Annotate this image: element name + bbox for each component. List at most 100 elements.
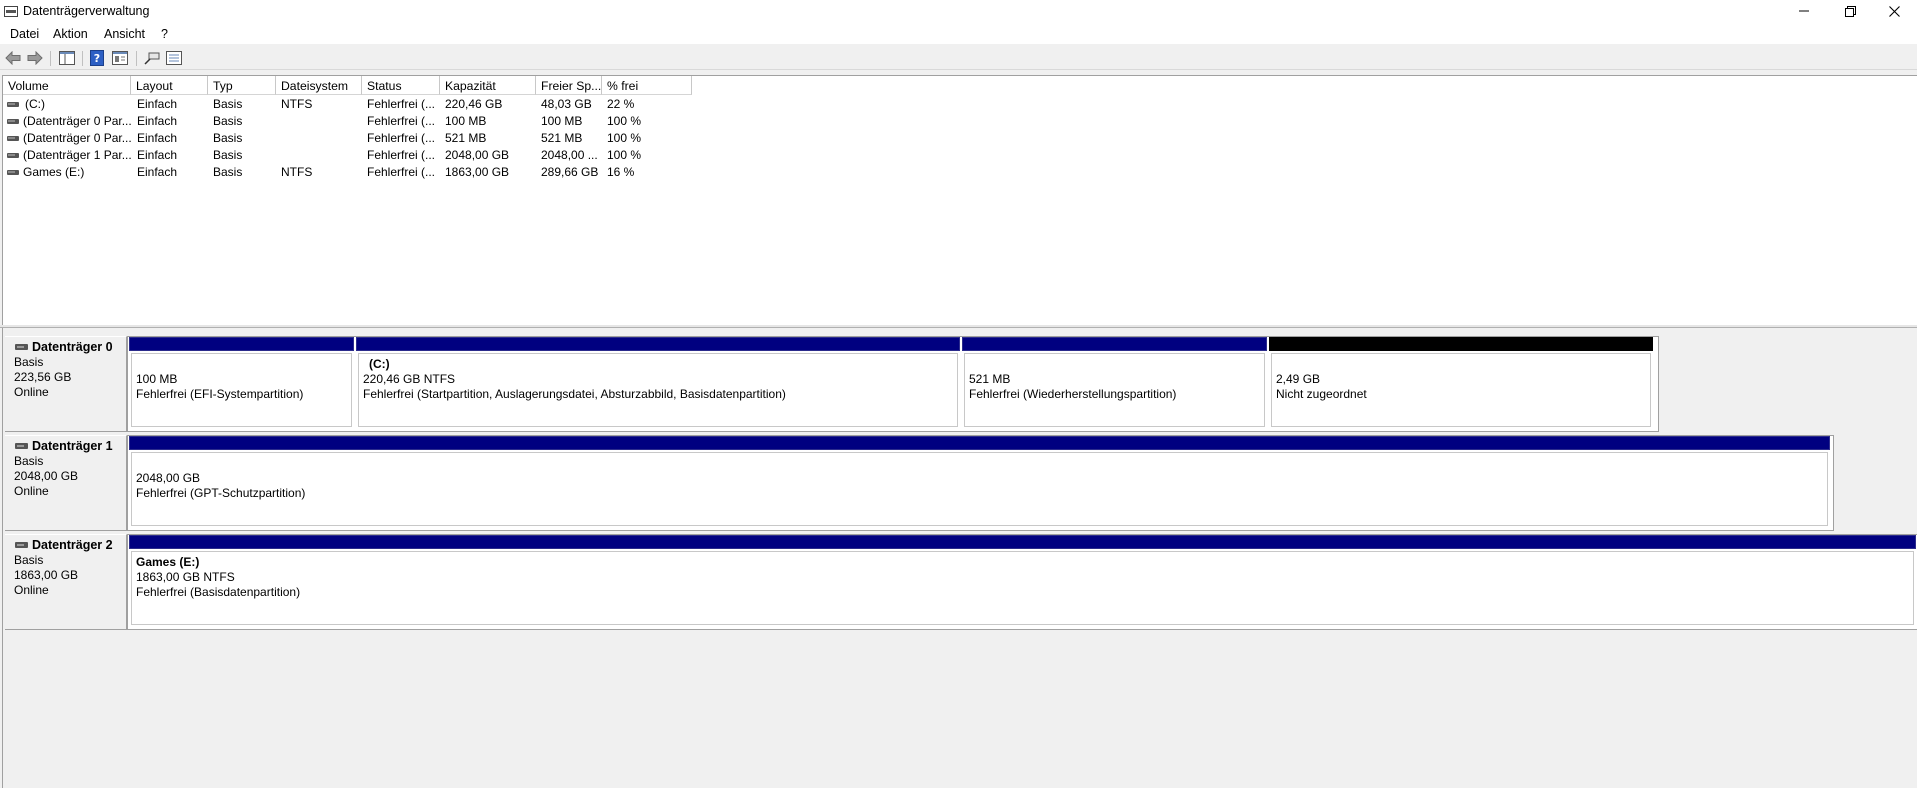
volume-type: Basis: [213, 114, 243, 128]
volume-name: (Datenträger 0 Par...: [23, 131, 132, 145]
volume-drive-icon: [7, 170, 19, 175]
show-hide-console-tree-button[interactable]: [57, 49, 77, 67]
disk-graphical-view: Datenträger 0 Basis 223,56 GB Online 100…: [2, 328, 1917, 788]
column-header-prozent-frei[interactable]: % frei: [602, 76, 692, 95]
menu-help[interactable]: ?: [161, 27, 168, 41]
volume-status: Fehlerfrei (...: [367, 131, 436, 145]
volume-drive-icon: [7, 102, 19, 107]
partition-gpt-protective[interactable]: 2048,00 GB Fehlerfrei (GPT-Schutzpartiti…: [129, 436, 1830, 528]
volume-capacity: 220,46 GB: [445, 97, 503, 111]
disk-name: Datenträger 1: [32, 439, 113, 453]
volume-percent-free: 100 %: [607, 148, 642, 162]
close-button[interactable]: [1871, 0, 1917, 22]
properties-button[interactable]: [110, 49, 130, 67]
partition-size: 2048,00 GB: [136, 471, 201, 485]
column-header-kapazitaet[interactable]: Kapazität: [440, 76, 536, 95]
partition-efi[interactable]: 100 MB Fehlerfrei (EFI-Systempartition): [129, 337, 354, 429]
partition-c[interactable]: (C:) 220,46 GB NTFS Fehlerfrei (Startpar…: [356, 337, 960, 429]
volume-capacity: 1863,00 GB: [445, 165, 510, 179]
partition-games-e[interactable]: Games (E:) 1863,00 GB NTFS Fehlerfrei (B…: [129, 535, 1916, 627]
partition-size: 2,49 GB: [1276, 372, 1321, 386]
toolbar: ?: [0, 46, 1917, 70]
disk-type: Basis: [14, 454, 44, 468]
toolbar-separator: [50, 51, 51, 66]
partition-bar: [129, 535, 1916, 549]
disk-0-label[interactable]: Datenträger 0 Basis 223,56 GB Online: [5, 336, 127, 432]
partition-body: 521 MB Fehlerfrei (Wiederherstellungspar…: [964, 353, 1265, 427]
partition-status: Fehlerfrei (EFI-Systempartition): [136, 387, 304, 401]
partition-size: 100 MB: [136, 372, 178, 386]
disk-icon: [15, 344, 28, 350]
partition-body: (C:) 220,46 GB NTFS Fehlerfrei (Startpar…: [358, 353, 958, 427]
connect-key-icon: [144, 52, 160, 65]
column-header-dateisystem[interactable]: Dateisystem: [276, 76, 362, 95]
view-settings-button[interactable]: [164, 49, 184, 67]
partition-recovery[interactable]: 521 MB Fehlerfrei (Wiederherstellungspar…: [962, 337, 1267, 429]
partition-body: 2048,00 GB Fehlerfrei (GPT-Schutzpartiti…: [131, 452, 1828, 526]
volume-free-space: 2048,00 ...: [541, 148, 598, 162]
volume-name: (C:): [25, 97, 45, 111]
volume-free-space: 289,66 GB: [541, 165, 599, 179]
disk-name: Datenträger 0: [32, 340, 113, 354]
volume-status: Fehlerfrei (...: [367, 114, 436, 128]
disk-size: 1863,00 GB: [14, 568, 79, 582]
volume-capacity: 521 MB: [445, 131, 487, 145]
volume-free-space: 100 MB: [541, 114, 583, 128]
connect-button[interactable]: [142, 49, 162, 67]
volume-row[interactable]: (Datenträger 1 Par... Einfach Basis Fehl…: [3, 147, 703, 164]
volume-row[interactable]: (Datenträger 0 Par... Einfach Basis Fehl…: [3, 130, 703, 147]
volume-status: Fehlerfrei (...: [367, 148, 436, 162]
volume-type: Basis: [213, 131, 243, 145]
partition-bar: [962, 337, 1267, 351]
partition-bar: [129, 436, 1830, 450]
close-icon: [1888, 5, 1900, 17]
partition-status: Fehlerfrei (Startpartition, Auslagerungs…: [363, 387, 786, 401]
disk-state: Online: [14, 484, 49, 498]
volume-row[interactable]: (C:) Einfach Basis NTFS Fehlerfrei (... …: [3, 96, 703, 113]
column-header-layout[interactable]: Layout: [131, 76, 208, 95]
volume-capacity: 2048,00 GB: [445, 148, 510, 162]
disk-1-label[interactable]: Datenträger 1 Basis 2048,00 GB Online: [5, 435, 127, 531]
volume-layout: Einfach: [137, 131, 178, 145]
toolbar-separator: [136, 51, 137, 66]
disk-icon: [15, 443, 28, 449]
minimize-button[interactable]: [1781, 0, 1827, 22]
volume-type: Basis: [213, 165, 243, 179]
partition-size: 220,46 GB NTFS: [363, 372, 456, 386]
partition-unallocated[interactable]: 2,49 GB Nicht zugeordnet: [1269, 337, 1653, 429]
restore-icon: [1844, 5, 1856, 17]
restore-button[interactable]: [1827, 0, 1873, 22]
partition-bar-unallocated: [1269, 337, 1653, 351]
partition-title: (C:): [369, 357, 390, 371]
disk-state: Online: [14, 385, 49, 399]
disk-2-label[interactable]: Datenträger 2 Basis 1863,00 GB Online: [5, 534, 127, 630]
partition-bar: [356, 337, 960, 351]
volume-free-space: 521 MB: [541, 131, 583, 145]
partition-status: Fehlerfrei (Basisdatenpartition): [136, 585, 301, 599]
column-header-volume[interactable]: Volume: [3, 76, 131, 95]
console-tree-icon: [59, 51, 75, 65]
back-button[interactable]: [3, 49, 23, 67]
volume-free-space: 48,03 GB: [541, 97, 592, 111]
disk-size: 2048,00 GB: [14, 469, 79, 483]
volume-percent-free: 22 %: [607, 97, 635, 111]
volume-layout: Einfach: [137, 148, 178, 162]
disk-icon: [15, 542, 28, 548]
menu-ansicht[interactable]: Ansicht: [104, 27, 145, 41]
menu-aktion[interactable]: Aktion: [53, 27, 88, 41]
menu-datei[interactable]: Datei: [10, 27, 39, 41]
column-header-status[interactable]: Status: [362, 76, 440, 95]
partition-status: Nicht zugeordnet: [1276, 387, 1367, 401]
partition-body: 100 MB Fehlerfrei (EFI-Systempartition): [131, 353, 352, 427]
help-button[interactable]: ?: [87, 49, 107, 67]
volume-row[interactable]: (Datenträger 0 Par... Einfach Basis Fehl…: [3, 113, 703, 130]
volume-list: Volume Layout Typ Dateisystem Status Kap…: [2, 75, 1917, 325]
column-header-freier-speicher[interactable]: Freier Sp...: [536, 76, 602, 95]
column-header-typ[interactable]: Typ: [208, 76, 276, 95]
volume-row[interactable]: Games (E:) Einfach Basis NTFS Fehlerfrei…: [3, 164, 703, 181]
volume-drive-icon: [7, 136, 19, 141]
disk-size: 223,56 GB: [14, 370, 72, 384]
title-bar: Datenträgerverwaltung: [0, 0, 1917, 24]
back-arrow-icon: [5, 51, 21, 65]
forward-button[interactable]: [25, 49, 45, 67]
